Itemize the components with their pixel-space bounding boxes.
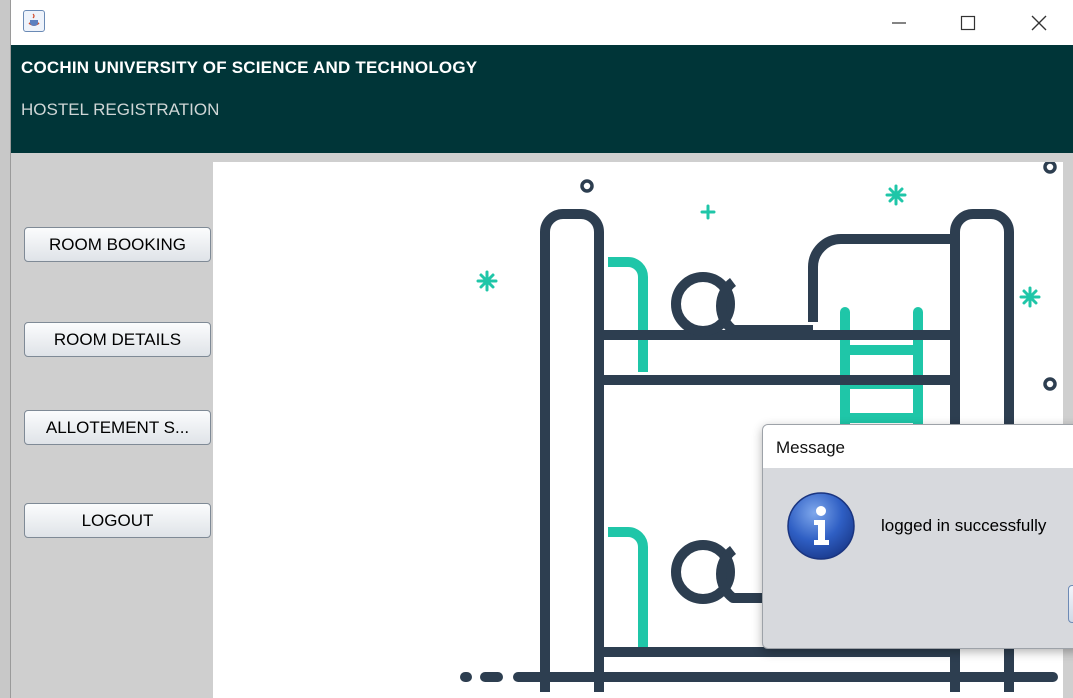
minimize-button[interactable] [864,0,934,45]
minimize-icon [892,21,906,24]
maximize-icon [960,15,976,30]
sidebar: ROOM BOOKING ROOM DETAILS ALLOTEMENT S..… [11,153,224,698]
close-button[interactable] [1004,0,1073,45]
java-app-icon [23,10,45,32]
logout-button[interactable]: LOGOUT [24,503,211,538]
page-subtitle: HOSTEL REGISTRATION [21,100,220,119]
close-icon [1031,15,1047,30]
info-icon [786,491,856,561]
maximize-button[interactable] [933,0,1003,45]
dialog-title: Message [776,438,845,457]
university-title: COCHIN UNIVERSITY OF SCIENCE AND TECHNOL… [21,58,478,77]
room-booking-button[interactable]: ROOM BOOKING [24,227,211,262]
dialog-title-bar: Message [763,425,1073,468]
ok-button[interactable] [1068,585,1073,623]
app-header: COCHIN UNIVERSITY OF SCIENCE AND TECHNOL… [11,45,1073,153]
message-dialog: Message logged in successfully [762,424,1073,649]
dialog-message: logged in successfully [881,516,1047,535]
room-details-button[interactable]: ROOM DETAILS [24,322,211,357]
title-bar [11,0,1073,45]
allotement-status-button[interactable]: ALLOTEMENT S... [24,410,211,445]
